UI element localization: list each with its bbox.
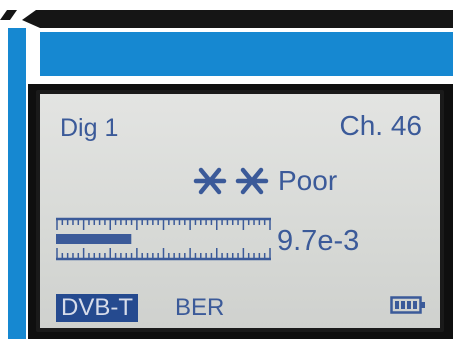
channel-label: Ch. 46 bbox=[339, 110, 423, 141]
ber-bar-gauge bbox=[56, 217, 271, 261]
measurement-label: BER bbox=[175, 294, 225, 321]
mode-label: Dig 1 bbox=[60, 114, 119, 142]
standard-badge: DVB-T bbox=[56, 294, 138, 322]
snowflake-icon bbox=[193, 167, 227, 195]
snowflake-icon bbox=[235, 167, 269, 195]
ber-value: 9.7e-3 bbox=[277, 225, 360, 257]
signal-quality-row: Poor bbox=[190, 164, 337, 198]
lcd-screen: Dig 1 Ch. 46 Poor 9.7e-3 DVB-T BER bbox=[36, 90, 444, 332]
ber-bar-fill bbox=[56, 234, 132, 244]
battery-icon bbox=[390, 296, 425, 314]
signal-quality-label: Poor bbox=[278, 165, 338, 196]
